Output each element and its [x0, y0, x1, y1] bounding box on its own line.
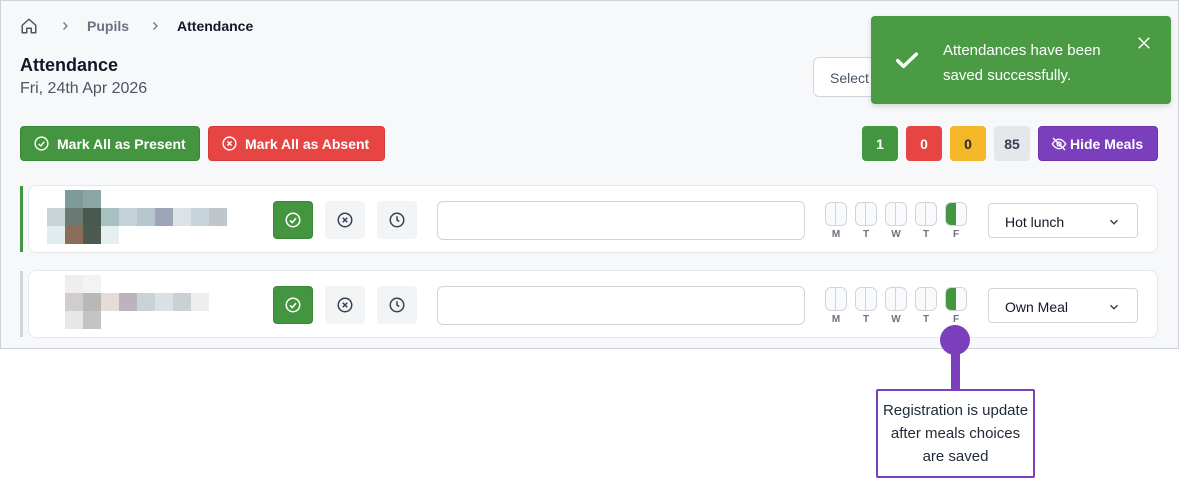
pupil-name-redacted: [37, 190, 237, 246]
check-icon: [893, 46, 921, 74]
clock-icon: [389, 212, 405, 228]
hide-meals-label: Hide Meals: [1070, 135, 1144, 152]
breadcrumb: Pupils Attendance: [19, 15, 253, 37]
meal-registration-days: M T W T F: [825, 202, 975, 242]
pupil-row: M T W T F Own Meal: [28, 270, 1158, 338]
breadcrumb-pupils[interactable]: Pupils: [87, 18, 129, 34]
chevron-right-icon: [149, 19, 163, 33]
mark-all-absent-label: Mark All as Absent: [245, 135, 370, 152]
page-date: Fri, 24th Apr 2026: [20, 80, 148, 97]
check-circle-icon: [285, 212, 301, 228]
meal-select[interactable]: Hot lunch: [988, 203, 1138, 238]
check-circle-icon: [285, 297, 301, 313]
mark-absent-button[interactable]: [325, 286, 365, 324]
home-icon[interactable]: [19, 16, 39, 36]
mark-all-present-label: Mark All as Present: [57, 135, 186, 152]
day-tuesday: T: [855, 287, 877, 325]
success-toast: Attendances have been saved successfully…: [871, 16, 1171, 104]
late-count-badge: 0: [950, 126, 986, 161]
day-thursday: T: [915, 202, 937, 240]
absent-count-badge: 0: [906, 126, 942, 161]
day-tuesday: T: [855, 202, 877, 240]
pupil-row: M T W T F Hot lunch: [28, 185, 1158, 253]
unmarked-count-badge: 85: [994, 126, 1030, 161]
mark-late-button[interactable]: [377, 286, 417, 324]
day-thursday: T: [915, 287, 937, 325]
meal-select-value: Own Meal: [1005, 299, 1069, 315]
x-circle-icon: [337, 212, 353, 228]
annotation-callout: Registration is update after meals choic…: [876, 389, 1035, 478]
x-circle-icon: [221, 135, 238, 152]
chevron-down-icon: [1107, 300, 1121, 314]
meal-registration-days: M T W T F: [825, 287, 975, 327]
mark-late-button[interactable]: [377, 201, 417, 239]
check-circle-icon: [33, 135, 50, 152]
chevron-down-icon: [1107, 215, 1121, 229]
pupil-name-redacted: [37, 275, 237, 331]
day-wednesday: W: [885, 202, 907, 240]
row-status-marker: [20, 186, 23, 252]
toast-message: Attendances have been saved successfully…: [943, 42, 1101, 84]
breadcrumb-attendance: Attendance: [177, 18, 254, 34]
attendance-note-input[interactable]: [437, 286, 805, 325]
day-monday: M: [825, 202, 847, 240]
mark-all-present-button[interactable]: Mark All as Present: [20, 126, 200, 161]
day-wednesday: W: [885, 287, 907, 325]
day-monday: M: [825, 287, 847, 325]
page-title: Attendance: [20, 55, 119, 75]
eye-off-icon: [1051, 136, 1067, 152]
day-friday: F: [945, 287, 967, 325]
meal-select[interactable]: Own Meal: [988, 288, 1138, 323]
annotation-connector: [951, 345, 960, 390]
mark-present-button[interactable]: [273, 201, 313, 239]
x-circle-icon: [337, 297, 353, 313]
close-icon[interactable]: [1135, 34, 1153, 52]
attendance-note-input[interactable]: [437, 201, 805, 240]
meal-select-value: Hot lunch: [1005, 214, 1065, 230]
clock-icon: [389, 297, 405, 313]
mark-absent-button[interactable]: [325, 201, 365, 239]
present-count-badge: 1: [862, 126, 898, 161]
day-friday: F: [945, 202, 967, 240]
hide-meals-button[interactable]: Hide Meals: [1038, 126, 1158, 161]
chevron-right-icon: [59, 19, 73, 33]
row-status-marker: [20, 271, 23, 337]
mark-present-button[interactable]: [273, 286, 313, 324]
mark-all-absent-button[interactable]: Mark All as Absent: [208, 126, 385, 161]
